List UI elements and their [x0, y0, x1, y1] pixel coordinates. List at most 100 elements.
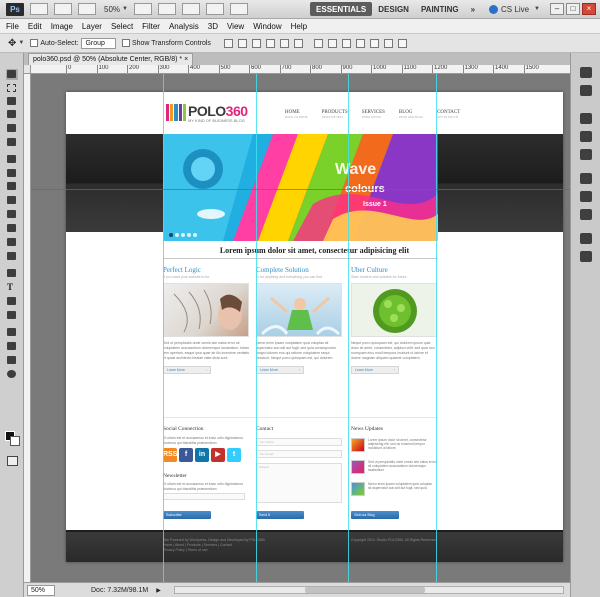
blur-tool-icon[interactable] — [6, 237, 18, 248]
distribute-bottom-icon[interactable] — [341, 38, 351, 48]
hand-tool-icon[interactable] — [133, 3, 152, 15]
vertical-guide[interactable] — [163, 74, 164, 582]
menu-layer[interactable]: Layer — [82, 22, 102, 31]
align-right-icon[interactable] — [293, 38, 303, 48]
swatches-panel-icon[interactable] — [580, 85, 592, 96]
marquee-tool-icon[interactable] — [6, 83, 18, 94]
align-vertical-center-icon[interactable] — [237, 38, 247, 48]
pen-tool-icon[interactable] — [6, 268, 18, 279]
dodge-tool-icon[interactable] — [6, 251, 18, 262]
screen-mode-icon[interactable] — [229, 3, 248, 15]
menu-3d[interactable]: 3D — [208, 22, 218, 31]
align-left-icon[interactable] — [265, 38, 275, 48]
menu-select[interactable]: Select — [111, 22, 133, 31]
learn-more-button[interactable]: Learn More — [163, 366, 211, 374]
workspace-painting[interactable]: PAINTING — [415, 2, 465, 16]
distribute-hcenter-icon[interactable] — [369, 38, 379, 48]
visit-blog-button[interactable]: Visit our Blog — [351, 511, 399, 519]
workspace-design[interactable]: DESIGN — [372, 2, 415, 16]
auto-select-checkbox[interactable] — [30, 39, 39, 47]
scrollbar-thumb[interactable] — [305, 587, 425, 593]
align-bottom-icon[interactable] — [251, 38, 261, 48]
masks-panel-icon[interactable] — [580, 131, 592, 142]
auto-select-dropdown[interactable]: Group — [81, 37, 116, 49]
paths-panel-icon[interactable] — [580, 191, 592, 202]
vertical-ruler[interactable] — [24, 74, 31, 582]
canvas-area[interactable]: POLO360 MY KIND OF BUSINESS BLOG HOME Bac… — [31, 74, 570, 582]
document-canvas[interactable]: POLO360 MY KIND OF BUSINESS BLOG HOME Bac… — [66, 92, 563, 562]
view-extras-icon[interactable] — [78, 3, 96, 15]
path-selection-tool-icon[interactable] — [6, 296, 18, 307]
learn-more-button[interactable]: Learn More — [351, 366, 399, 374]
horizontal-ruler[interactable]: 0 100 200 300 400 500 600 700 800 900 1000 1100 1200… — [31, 65, 570, 74]
mini-bridge-icon[interactable] — [54, 3, 72, 15]
hand-tool-icon[interactable] — [6, 355, 18, 366]
align-horizontal-center-icon[interactable] — [279, 38, 289, 48]
channels-panel-icon[interactable] — [580, 173, 592, 184]
bridge-icon[interactable] — [30, 3, 48, 15]
youtube-icon[interactable]: ▶ — [211, 448, 225, 462]
character-panel-icon[interactable] — [580, 233, 592, 244]
newsletter-email-input[interactable] — [163, 493, 245, 500]
subscribe-button[interactable]: Subscribe — [163, 511, 211, 519]
more-workspaces-button[interactable]: » — [465, 2, 481, 16]
background-color-swatch[interactable] — [10, 436, 20, 446]
quick-mask-button[interactable] — [7, 456, 18, 466]
zoom-level-select[interactable]: 50% — [104, 5, 120, 14]
3d-orbit-tool-icon[interactable] — [6, 341, 18, 352]
distribute-right-icon[interactable] — [383, 38, 393, 48]
cs-live-button[interactable]: CS Live ▼ — [489, 4, 540, 14]
distribute-center-icon[interactable] — [327, 38, 337, 48]
menu-filter[interactable]: Filter — [142, 22, 160, 31]
menu-file[interactable]: File — [6, 22, 19, 31]
arrange-documents-icon[interactable] — [205, 3, 224, 15]
horizontal-scrollbar[interactable] — [174, 586, 564, 594]
status-menu-arrow-icon[interactable]: ▶ — [156, 587, 161, 594]
healing-brush-tool-icon[interactable] — [6, 154, 18, 165]
distribute-top-icon[interactable] — [313, 38, 323, 48]
vertical-guide[interactable] — [436, 74, 437, 582]
quick-select-tool-icon[interactable] — [6, 109, 18, 120]
news-item[interactable]: Nemo enim ipsam voluptatem quia voluptas… — [351, 482, 437, 500]
menu-help[interactable]: Help — [291, 22, 307, 31]
move-tool-icon[interactable]: ✥ — [8, 38, 16, 49]
layers-panel-icon[interactable] — [580, 149, 592, 160]
menu-analysis[interactable]: Analysis — [169, 22, 199, 31]
clone-stamp-tool-icon[interactable] — [6, 181, 18, 192]
learn-more-button[interactable]: Learn More — [256, 366, 304, 374]
crop-tool-icon[interactable] — [6, 123, 18, 134]
contact-email-input[interactable]: Your Email — [256, 450, 342, 458]
gradient-tool-icon[interactable] — [6, 223, 18, 234]
facebook-icon[interactable]: f — [179, 448, 193, 462]
linkedin-icon[interactable]: in — [195, 448, 209, 462]
menu-window[interactable]: Window — [253, 22, 281, 31]
paragraph-panel-icon[interactable] — [580, 251, 592, 262]
send-button[interactable]: Send It — [256, 511, 304, 519]
twitter-icon[interactable]: t — [227, 448, 241, 462]
eraser-tool-icon[interactable] — [6, 209, 18, 220]
workspace-essentials[interactable]: ESSENTIALS — [310, 2, 373, 16]
3d-rotate-tool-icon[interactable] — [6, 327, 18, 338]
menu-view[interactable]: View — [227, 22, 244, 31]
move-tool-icon[interactable] — [6, 69, 18, 80]
vertical-guide[interactable] — [256, 74, 257, 582]
chevron-down-icon[interactable]: ▼ — [18, 40, 24, 46]
zoom-tool-icon[interactable] — [157, 3, 176, 15]
shape-tool-icon[interactable] — [6, 310, 18, 321]
menu-image[interactable]: Image — [51, 22, 73, 31]
maximize-button[interactable]: □ — [566, 3, 580, 15]
close-button[interactable]: × — [582, 3, 596, 15]
document-tab[interactable]: polo360.psd @ 50% (Absolute Center, RGB/… — [28, 53, 194, 65]
news-item[interactable]: Sed ut perspiciatis unde omnis iste natu… — [351, 460, 437, 478]
lasso-tool-icon[interactable] — [6, 96, 18, 107]
color-panel-icon[interactable] — [580, 67, 592, 78]
adjustments-panel-icon[interactable] — [580, 113, 592, 124]
menu-edit[interactable]: Edit — [28, 22, 42, 31]
status-zoom-input[interactable]: 50% — [27, 584, 55, 596]
horizontal-guide[interactable] — [31, 189, 570, 190]
3d-panel-icon[interactable] — [580, 209, 592, 220]
news-item[interactable]: Lorem ipsum dolor sit amet, consectetur … — [351, 438, 437, 456]
transform-controls-checkbox[interactable] — [121, 39, 130, 47]
history-brush-tool-icon[interactable] — [6, 195, 18, 206]
distribute-left-icon[interactable] — [355, 38, 365, 48]
